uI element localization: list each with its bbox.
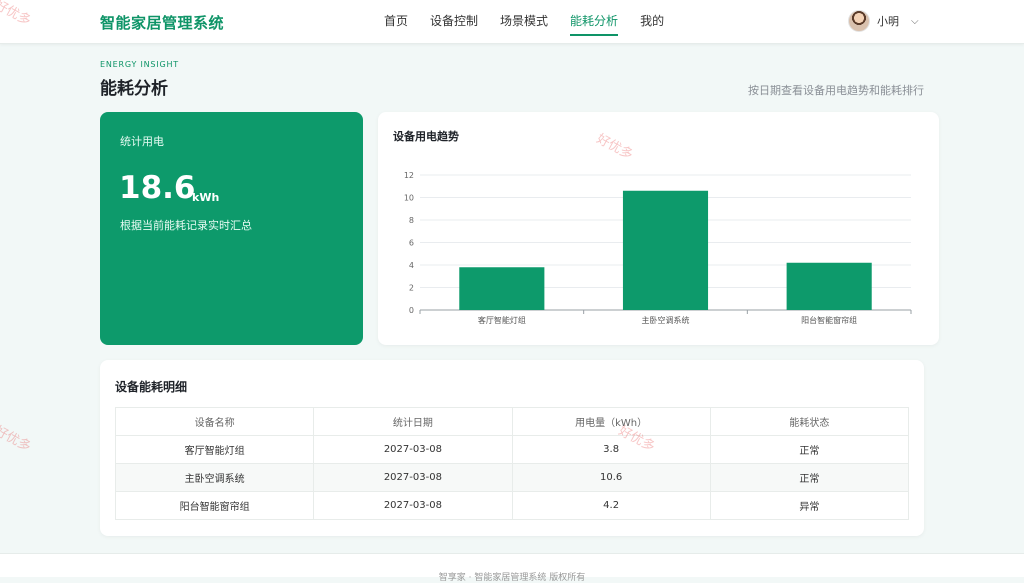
nav-device-control[interactable]: 设备控制 <box>430 0 478 43</box>
column-header-device: 设备名称 <box>114 407 315 436</box>
y-tick-label: 6 <box>409 239 414 248</box>
stat-label: 统计用电 <box>120 135 164 148</box>
cell-usage: 3.8 <box>511 435 711 464</box>
energy-detail-table: 设备名称 统计日期 用电量（kWh） 能耗状态 客厅智能灯组 2027-03-0… <box>114 407 910 520</box>
page-footer: 智享家 · 智能家居管理系统 版权所有 <box>0 553 1024 583</box>
table-row: 客厅智能灯组 2027-03-08 3.8 正常 <box>114 435 910 464</box>
cell-status: 异常 <box>709 491 910 520</box>
x-tick-label: 阳台智能窗帘组 <box>801 315 857 325</box>
table-row: 主卧空调系统 2027-03-08 10.6 正常 <box>114 463 910 492</box>
bar <box>786 262 872 310</box>
chart-title: 设备用电趋势 <box>393 130 459 143</box>
energy-detail-card: 设备能耗明细 设备名称 统计日期 用电量（kWh） 能耗状态 客厅智能灯组 20… <box>100 360 924 536</box>
table-header-row: 设备名称 统计日期 用电量（kWh） 能耗状态 <box>114 407 910 436</box>
app-brand[interactable]: 智能家居管理系统 <box>100 12 224 33</box>
energy-trend-chart-card: 0 2 4 6 8 10 12 客厅智能灯组 主卧空调系统 阳台智能窗帘组 设备用电趋势 <box>378 112 939 345</box>
column-header-date: 统计日期 <box>313 407 513 436</box>
page-title: 能耗分析 <box>100 79 168 99</box>
stat-value: 18.6 <box>119 170 196 206</box>
cell-status: 正常 <box>709 435 910 464</box>
table-title: 设备能耗明细 <box>115 380 188 394</box>
y-tick-label: 2 <box>409 284 414 293</box>
table-row: 阳台智能窗帘组 2027-03-08 4.2 异常 <box>114 491 910 520</box>
energy-trend-chart: 0 2 4 6 8 10 12 客厅智能灯组 主卧空调系统 阳台智能窗帘组 <box>404 171 912 325</box>
user-name[interactable]: 小明 <box>877 13 899 29</box>
bar <box>622 190 709 310</box>
cell-status: 正常 <box>709 463 910 492</box>
page-subtitle: 按日期查看设备用电趋势和能耗排行 <box>748 84 924 97</box>
footer-text: 智享家 · 智能家居管理系统 版权所有 <box>438 573 586 583</box>
stat-description: 根据当前能耗记录实时汇总 <box>120 219 252 232</box>
cell-device: 主卧空调系统 <box>114 463 315 492</box>
page-kicker: ENERGY INSIGHT <box>100 60 179 69</box>
nav-mine[interactable]: 我的 <box>640 0 664 43</box>
x-tick-label: 客厅智能灯组 <box>478 315 526 325</box>
y-tick-label: 10 <box>404 194 414 203</box>
cell-date: 2027-03-08 <box>313 491 513 520</box>
watermark: 好优多 <box>0 423 34 456</box>
cell-device: 阳台智能窗帘组 <box>114 491 315 520</box>
top-navbar: 智能家居管理系统 首页 设备控制 场景模式 能耗分析 我的 小明 ⌵ <box>0 0 1024 44</box>
x-tick-label: 主卧空调系统 <box>642 315 690 325</box>
column-header-usage: 用电量（kWh） <box>511 407 711 436</box>
bar <box>459 267 545 310</box>
nav-home[interactable]: 首页 <box>384 0 408 43</box>
main-nav: 首页 设备控制 场景模式 能耗分析 我的 <box>384 0 686 43</box>
cell-usage: 10.6 <box>511 463 711 492</box>
y-tick-label: 12 <box>404 171 414 180</box>
nav-energy-analysis[interactable]: 能耗分析 <box>570 0 619 43</box>
cell-date: 2027-03-08 <box>313 435 513 464</box>
column-header-status: 能耗状态 <box>709 407 910 436</box>
avatar[interactable] <box>848 10 870 32</box>
user-menu[interactable]: 小明 ⌵ <box>848 10 919 32</box>
stat-unit: kWh <box>192 191 220 204</box>
nav-scene-mode[interactable]: 场景模式 <box>500 0 548 43</box>
cell-date: 2027-03-08 <box>313 463 513 492</box>
energy-total-card: 统计用电 18.6 kWh 根据当前能耗记录实时汇总 <box>100 112 363 345</box>
chevron-down-icon[interactable]: ⌵ <box>911 16 919 27</box>
cell-device: 客厅智能灯组 <box>114 435 315 464</box>
cell-usage: 4.2 <box>511 491 711 520</box>
y-tick-label: 8 <box>409 216 414 225</box>
y-tick-label: 4 <box>409 261 414 270</box>
y-tick-label: 0 <box>409 306 414 315</box>
